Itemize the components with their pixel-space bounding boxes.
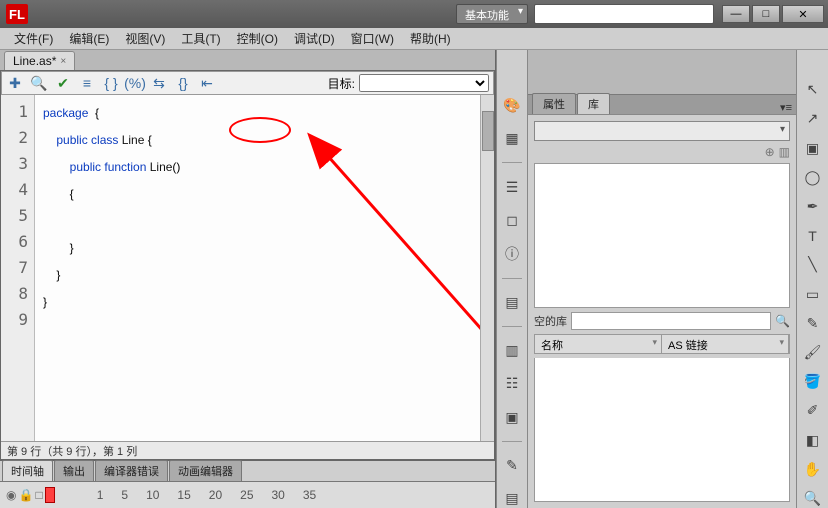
find-icon[interactable]: 🔍: [30, 74, 48, 92]
comment-icon[interactable]: (%): [126, 74, 144, 92]
outline-icon[interactable]: □: [35, 488, 42, 502]
tools-panel: ↖ ↗ ▣ ◯ ✒ T ╲ ▭ ✎ 🖌 🪣 ✐ ◧ ✋ 🔍: [796, 50, 828, 508]
target-select[interactable]: [359, 74, 489, 92]
eye-icon[interactable]: ◉: [6, 488, 16, 502]
library-search-input[interactable]: [571, 312, 771, 330]
library-icon[interactable]: ▤: [502, 293, 522, 312]
actions-icon[interactable]: ▤: [502, 489, 522, 508]
eyedropper-icon[interactable]: ✐: [803, 401, 823, 420]
line-icon[interactable]: ╲: [803, 255, 823, 274]
target-label: 目标:: [328, 75, 355, 92]
rect-icon[interactable]: ▭: [803, 284, 823, 303]
search-input[interactable]: [534, 4, 714, 24]
pin-icon[interactable]: ⊕: [765, 145, 775, 159]
app-logo: FL: [6, 4, 28, 24]
menu-file[interactable]: 文件(F): [6, 28, 61, 49]
collapse-icon[interactable]: ⇆: [150, 74, 168, 92]
tab-motion-editor[interactable]: 动画编辑器: [169, 460, 242, 481]
add-icon[interactable]: ✚: [6, 74, 24, 92]
code-editor[interactable]: package { public class Line { public fun…: [35, 95, 480, 441]
editor-status: 第 9 行（共 9 行），第 1 列: [1, 441, 494, 459]
library-list[interactable]: [534, 358, 790, 502]
text-icon[interactable]: T: [803, 226, 823, 245]
transform-icon[interactable]: ◻: [502, 211, 522, 230]
pen-icon[interactable]: ✒: [803, 197, 823, 216]
tab-output[interactable]: 输出: [54, 460, 94, 481]
menu-debug[interactable]: 调试(D): [286, 28, 343, 49]
swatch-icon[interactable]: ▦: [502, 129, 522, 148]
search-icon[interactable]: 🔍: [775, 314, 790, 328]
menu-edit[interactable]: 编辑(E): [61, 28, 117, 49]
menu-bar: 文件(F) 编辑(E) 视图(V) 工具(T) 控制(O) 调试(D) 窗口(W…: [0, 28, 828, 50]
library-col-link[interactable]: AS 链接: [662, 335, 789, 353]
hand-icon[interactable]: ✋: [803, 460, 823, 479]
outdent-icon[interactable]: ⇤: [198, 74, 216, 92]
library-preview: [534, 163, 790, 308]
playhead[interactable]: [45, 487, 55, 503]
panel-strip: 🎨 ▦ ☰ ◻ ⓘ ▤ ▥ ☷ ▣ ✎ ▤: [496, 50, 528, 508]
eraser-icon[interactable]: ◧: [803, 430, 823, 449]
timeline[interactable]: ◉ 🔒 □ 1 5 10 15 20 25 30 35: [0, 481, 495, 508]
bucket-icon[interactable]: 🪣: [803, 372, 823, 391]
tab-library[interactable]: 库: [577, 93, 610, 114]
history-icon[interactable]: ☷: [502, 374, 522, 393]
selection-tool-icon[interactable]: ↖: [803, 80, 823, 99]
tab-compiler-errors[interactable]: 编译器错误: [95, 460, 168, 481]
format-icon[interactable]: ≡: [78, 74, 96, 92]
document-tab[interactable]: Line.as* ×: [4, 51, 75, 70]
maximize-button[interactable]: □: [752, 5, 780, 23]
snippet-icon[interactable]: { }: [102, 74, 120, 92]
info-icon[interactable]: ⓘ: [502, 244, 522, 264]
minimize-button[interactable]: —: [722, 5, 750, 23]
document-tab-label: Line.as*: [13, 54, 56, 68]
line-gutter: 1 2 3 4 5 6 7 8 9: [1, 95, 35, 441]
menu-window[interactable]: 窗口(W): [343, 28, 402, 49]
document-tab-close-icon[interactable]: ×: [60, 56, 66, 67]
color-icon[interactable]: 🎨: [502, 96, 522, 115]
brush-icon[interactable]: 🖌: [803, 343, 823, 362]
panel-menu-icon[interactable]: ▾≡: [780, 101, 792, 114]
components-icon[interactable]: ▥: [502, 341, 522, 360]
braces-icon[interactable]: {}: [174, 74, 192, 92]
workspace-dropdown[interactable]: 基本功能: [456, 4, 528, 24]
menu-control[interactable]: 控制(O): [229, 28, 286, 49]
subselect-tool-icon[interactable]: ↗: [803, 109, 823, 128]
tab-properties[interactable]: 属性: [532, 93, 576, 114]
code-toolbar: ✚ 🔍 ✔ ≡ { } (%) ⇆ {} ⇤ 目标:: [1, 71, 494, 95]
pencil-icon[interactable]: ✎: [803, 314, 823, 333]
editor-vertical-scrollbar[interactable]: [480, 95, 494, 441]
new-library-icon[interactable]: ▥: [779, 145, 790, 159]
empty-library-label: 空的库: [534, 313, 567, 329]
library-col-name[interactable]: 名称: [535, 335, 662, 353]
free-transform-icon[interactable]: ▣: [803, 138, 823, 157]
annotation-ellipse: [229, 117, 291, 143]
align-icon[interactable]: ☰: [502, 177, 522, 196]
library-document-dropdown[interactable]: [534, 121, 790, 141]
menu-tools[interactable]: 工具(T): [173, 28, 228, 49]
zoom-icon[interactable]: 🔍: [803, 489, 823, 508]
check-icon[interactable]: ✔: [54, 74, 72, 92]
scene-icon[interactable]: ▣: [502, 407, 522, 426]
lasso-icon[interactable]: ◯: [803, 168, 823, 187]
behaviors-icon[interactable]: ✎: [502, 456, 522, 475]
menu-help[interactable]: 帮助(H): [402, 28, 459, 49]
menu-view[interactable]: 视图(V): [117, 28, 173, 49]
lock-icon[interactable]: 🔒: [18, 488, 33, 502]
close-button[interactable]: ✕: [782, 5, 824, 23]
tab-timeline[interactable]: 时间轴: [2, 460, 53, 481]
